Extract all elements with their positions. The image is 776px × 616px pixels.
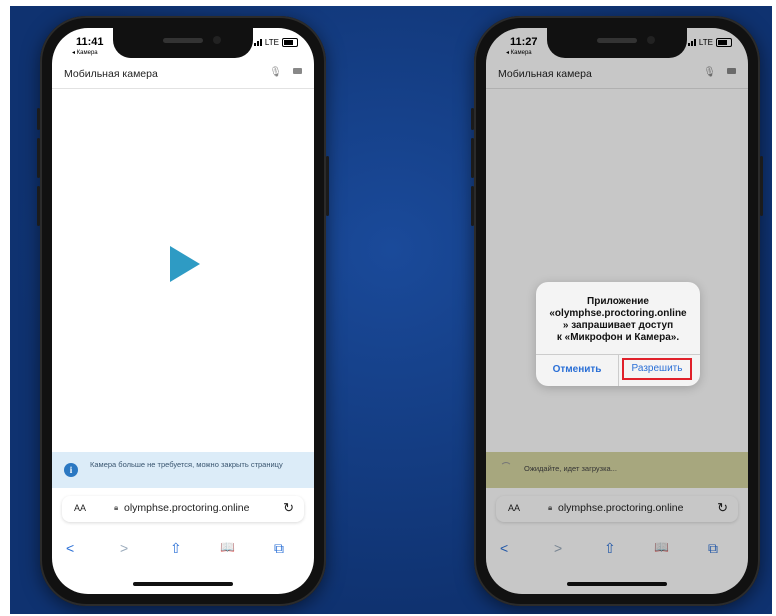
dialog-button-divider <box>618 354 619 386</box>
power-button <box>760 156 763 216</box>
browser-toolbar: < > ⇧ 📖 ⧉ <box>52 532 314 572</box>
notice-text: Камера больше не требуется, можно закрыт… <box>90 460 283 469</box>
cancel-button[interactable]: Отменить <box>536 364 618 375</box>
forward-icon[interactable]: > <box>120 540 128 556</box>
volume-down-button <box>37 186 40 226</box>
dialog-message: Приложение «olymphse.proctoring.online »… <box>549 296 687 343</box>
share-icon[interactable]: ⇧ <box>170 540 182 557</box>
phone-left: 11:41 ◂ Камера LTE Мобильная камера 🎙︎ i… <box>37 16 329 606</box>
volume-up-button <box>471 138 474 178</box>
permission-dialog: Приложение «olymphse.proctoring.online »… <box>536 282 700 386</box>
status-time: 11:41 <box>76 36 104 48</box>
signal-indicator: LTE <box>253 38 298 47</box>
play-icon[interactable] <box>170 246 200 282</box>
notch <box>547 28 687 58</box>
camera-icon <box>293 68 302 74</box>
screen: 11:27 ◂ Камера LTE Мобильная камера 🎙︎ О… <box>486 28 748 594</box>
power-button <box>326 156 329 216</box>
signal-bars-icon <box>253 39 262 46</box>
lock-icon: 🔒︎ <box>114 503 119 512</box>
reader-aa-button[interactable]: AA <box>74 503 86 513</box>
page-title: Мобильная камера <box>64 68 158 80</box>
battery-icon <box>282 38 298 47</box>
side-button <box>37 108 40 130</box>
phone-right: 11:27 ◂ Камера LTE Мобильная камера 🎙︎ О… <box>471 16 763 606</box>
back-icon[interactable]: < <box>66 540 74 556</box>
info-icon: i <box>64 463 78 477</box>
network-type: LTE <box>264 38 279 47</box>
allow-button[interactable]: Разрешить <box>622 358 692 380</box>
notch <box>113 28 253 58</box>
info-notice: i Камера больше не требуется, можно закр… <box>52 452 314 488</box>
bookmarks-icon[interactable]: 📖 <box>220 540 235 554</box>
back-to-app-link[interactable]: ◂ Камера <box>72 49 98 56</box>
background-panel: 11:41 ◂ Камера LTE Мобильная камера 🎙︎ i… <box>10 6 772 614</box>
url-text[interactable]: olymphse.proctoring.online <box>124 502 250 514</box>
tabs-icon[interactable]: ⧉ <box>274 540 284 557</box>
side-button <box>471 108 474 130</box>
volume-up-button <box>37 138 40 178</box>
address-bar[interactable]: AA 🔒︎ olymphse.proctoring.online ↻ <box>62 496 304 522</box>
mic-muted-icon: 🎙︎ <box>269 67 282 78</box>
volume-down-button <box>471 186 474 226</box>
screen: 11:41 ◂ Камера LTE Мобильная камера 🎙︎ i… <box>52 28 314 594</box>
home-indicator <box>133 582 233 586</box>
reload-icon[interactable]: ↻ <box>283 500 294 516</box>
page-header: Мобильная камера 🎙︎ <box>52 62 314 89</box>
